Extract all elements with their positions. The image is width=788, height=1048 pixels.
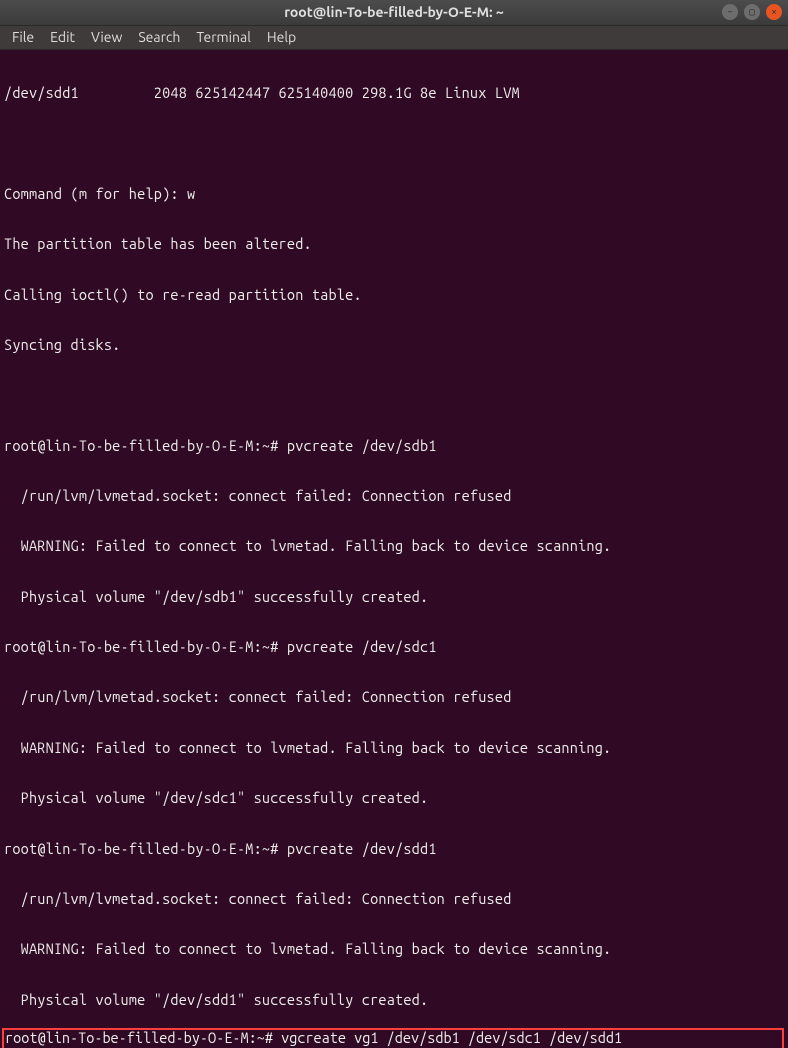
menu-file[interactable]: File [4, 29, 42, 45]
terminal-line: root@lin-To-be-filled-by-O-E-M:~# vgcrea… [5, 1030, 781, 1047]
terminal-line: root@lin-To-be-filled-by-O-E-M:~# pvcrea… [4, 841, 784, 858]
highlighted-region: root@lin-To-be-filled-by-O-E-M:~# vgcrea… [2, 1028, 784, 1048]
terminal-line: The partition table has been altered. [4, 236, 784, 253]
titlebar: root@lin-To-be-filled-by-O-E-M: ~ – ▢ × [0, 0, 788, 26]
terminal-line: /run/lvm/lvmetad.socket: connect failed:… [4, 891, 784, 908]
terminal-line: Physical volume "/dev/sdc1" successfully… [4, 790, 784, 807]
terminal-line: Physical volume "/dev/sdb1" successfully… [4, 589, 784, 606]
close-button[interactable]: × [766, 4, 782, 20]
menubar: File Edit View Search Terminal Help [0, 26, 788, 50]
terminal-line: /dev/sdd1 2048 625142447 625140400 298.1… [4, 85, 784, 102]
terminal-area[interactable]: /dev/sdd1 2048 625142447 625140400 298.1… [0, 50, 788, 1027]
menu-edit[interactable]: Edit [42, 29, 83, 45]
terminal-line: /run/lvm/lvmetad.socket: connect failed:… [4, 488, 784, 505]
terminal-line: WARNING: Failed to connect to lvmetad. F… [4, 941, 784, 958]
maximize-button[interactable]: ▢ [744, 4, 760, 20]
terminal-line: /run/lvm/lvmetad.socket: connect failed:… [4, 689, 784, 706]
window-controls: – ▢ × [722, 4, 782, 20]
minimize-button[interactable]: – [722, 4, 738, 20]
terminal-line: Command (m for help): w [4, 186, 784, 203]
terminal-line: WARNING: Failed to connect to lvmetad. F… [4, 740, 784, 757]
terminal-line [4, 136, 784, 153]
menu-view[interactable]: View [83, 29, 130, 45]
menu-terminal[interactable]: Terminal [188, 29, 259, 45]
terminal-line: root@lin-To-be-filled-by-O-E-M:~# pvcrea… [4, 438, 784, 455]
terminal-line: WARNING: Failed to connect to lvmetad. F… [4, 538, 784, 555]
terminal-line [4, 387, 784, 404]
terminal-line: Syncing disks. [4, 337, 784, 354]
terminal-line: Physical volume "/dev/sdd1" successfully… [4, 992, 784, 1009]
terminal-line: root@lin-To-be-filled-by-O-E-M:~# pvcrea… [4, 639, 784, 656]
terminal-line: Calling ioctl() to re-read partition tab… [4, 287, 784, 304]
menu-search[interactable]: Search [130, 29, 188, 45]
terminal-line: /run/lvm/lvmetad.socket: connect failed:… [5, 1047, 781, 1048]
window-title: root@lin-To-be-filled-by-O-E-M: ~ [284, 4, 504, 20]
menu-help[interactable]: Help [259, 29, 304, 45]
